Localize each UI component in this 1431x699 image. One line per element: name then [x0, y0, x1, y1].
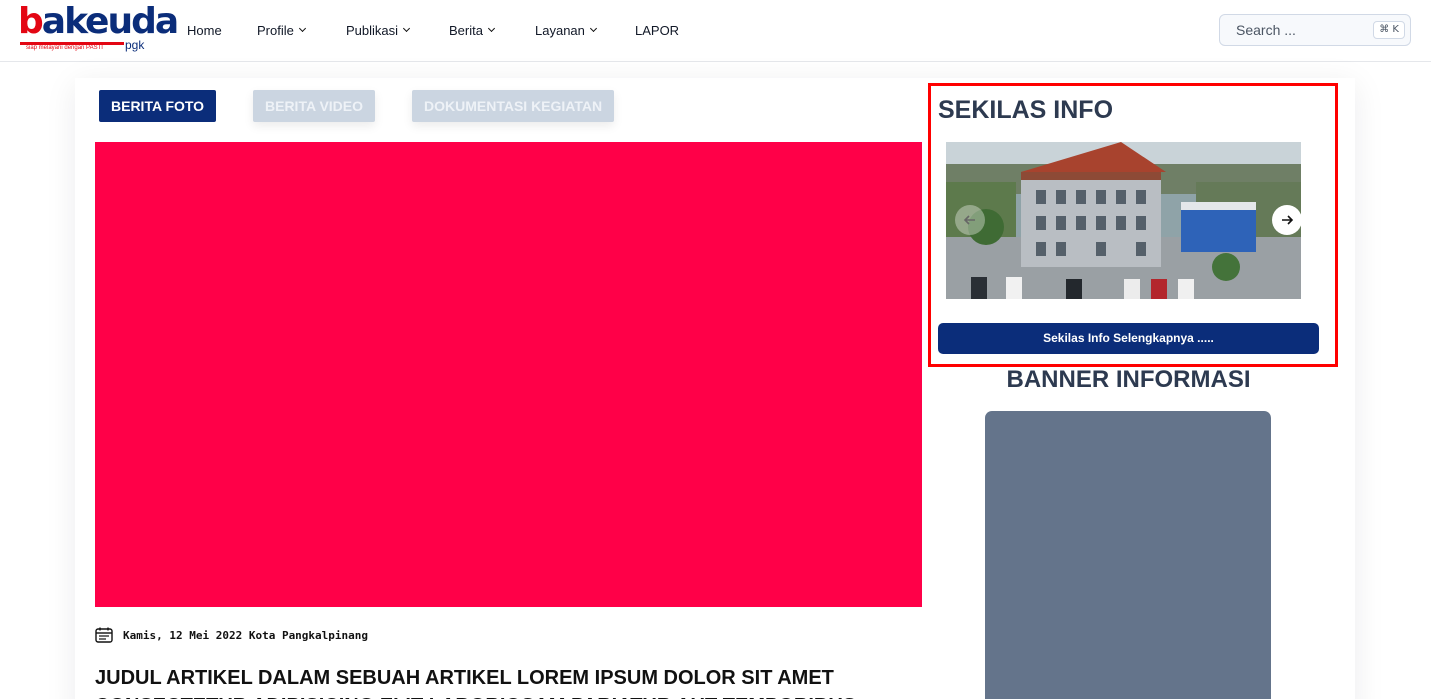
nav-item-label: Layanan	[535, 22, 585, 38]
article-title[interactable]: JUDUL ARTIKEL DALAM SEBUAH ARTIKEL LOREM…	[95, 664, 925, 699]
article-meta: Kamis, 12 Mei 2022 Kota Pangkalpinang	[95, 627, 368, 643]
nav-item-berita[interactable]: Berita	[449, 21, 535, 39]
sekilas-info-more-button[interactable]: Sekilas Info Selengkapnya .....	[938, 323, 1319, 354]
chevron-down-icon	[589, 24, 597, 33]
nav-item-layanan[interactable]: Layanan	[535, 21, 635, 39]
nav-item-label: Profile	[257, 22, 294, 38]
main-nav: Home Profile Publikasi Berita Layanan LA…	[187, 21, 695, 39]
search-shortcut-badge: ⌘ K	[1373, 21, 1405, 39]
nav-item-publikasi[interactable]: Publikasi	[346, 21, 449, 39]
search-placeholder: Search ...	[1236, 22, 1296, 38]
tab-berita-foto[interactable]: BERITA FOTO	[99, 90, 217, 122]
nav-item-home[interactable]: Home	[187, 21, 257, 39]
nav-item-label: LAPOR	[635, 22, 680, 38]
aerial-office-building-photo	[946, 142, 1301, 299]
banner-informasi-title: BANNER INFORMASI	[1006, 366, 1251, 393]
nav-item-label: Publikasi	[346, 22, 399, 38]
bakeuda-logo[interactable]: bakeuda siap melayani dengan PASTI pgk	[18, 2, 179, 56]
sekilas-info-carousel-image[interactable]	[946, 142, 1301, 299]
featured-media[interactable]	[95, 142, 922, 607]
banner-informasi-image[interactable]	[985, 411, 1271, 699]
article-date-location: Kamis, 12 Mei 2022 Kota Pangkalpinang	[123, 628, 369, 642]
logo-tagline: siap melayani dengan PASTI	[26, 45, 103, 51]
calendar-icon	[95, 627, 113, 643]
search-input[interactable]: Search ... ⌘ K	[1219, 14, 1411, 46]
carousel-next-button[interactable]	[1272, 205, 1302, 235]
nav-item-label: Home	[187, 22, 222, 38]
logo-wordmark: bakeuda	[18, 1, 179, 42]
tab-berita-video[interactable]: BERITA VIDEO	[253, 90, 376, 122]
nav-item-lapor[interactable]: LAPOR	[635, 21, 695, 39]
tab-dokumentasi-kegiatan[interactable]: DOKUMENTASI KEGIATAN	[412, 90, 615, 122]
site-header: bakeuda siap melayani dengan PASTI pgk H…	[0, 0, 1431, 62]
logo-pgk: pgk	[125, 38, 145, 52]
carousel-prev-button[interactable]	[955, 205, 985, 235]
arrow-left-icon	[963, 215, 975, 225]
chevron-down-icon	[402, 24, 411, 33]
arrow-right-icon	[1282, 215, 1294, 225]
nav-item-label: Berita	[449, 22, 483, 38]
sekilas-info-title: SEKILAS INFO	[938, 96, 1114, 124]
chevron-down-icon	[298, 24, 306, 33]
nav-item-profile[interactable]: Profile	[257, 21, 346, 39]
chevron-down-icon	[487, 24, 496, 33]
